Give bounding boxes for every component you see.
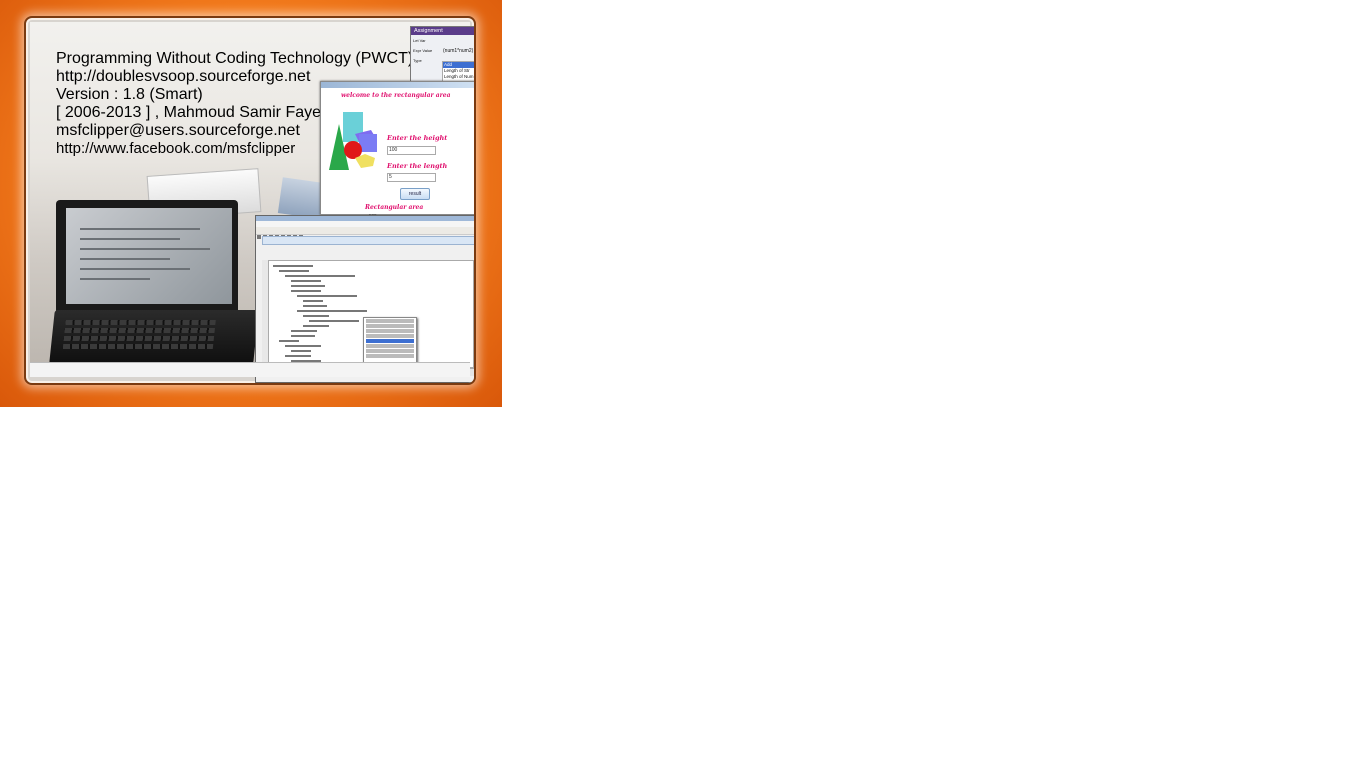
- expr-value-label: Expr Value: [413, 48, 433, 53]
- splash-screen: Programming Without Coding Technology (P…: [0, 0, 502, 407]
- rect-titlebar: [321, 82, 474, 88]
- website-link: http://doublesvsoop.sourceforge.net: [56, 68, 311, 85]
- context-menu: [363, 317, 417, 363]
- let-var-label: Let Var: [413, 38, 426, 43]
- type-list-item: Length of Num: [444, 74, 474, 79]
- length-input[interactable]: 5: [387, 173, 436, 182]
- ide-goal-header: [262, 236, 474, 245]
- goal-tree: [268, 260, 474, 368]
- background-photo: Programming Without Coding Technology (P…: [30, 22, 474, 383]
- email-label: msfclipper@users.sourceforge.net: [56, 122, 300, 139]
- assignment-window: Assignment Let Var Expr Value (num1*num2…: [410, 26, 474, 84]
- ide-toolbar: [256, 227, 474, 239]
- splash-panel: Programming Without Coding Technology (P…: [24, 16, 476, 385]
- length-label: Enter the length: [387, 162, 448, 170]
- height-label: Enter the height: [387, 134, 448, 142]
- laptop-lid: [56, 200, 238, 314]
- panel-footer: [30, 362, 470, 377]
- rect-heading: welcome to the rectangular area: [341, 92, 451, 99]
- result-label: Rectangular area: [365, 204, 424, 211]
- copyright-label: [ 2006-2013 ] , Mahmoud Samir Fayed: [56, 104, 330, 121]
- facebook-link: http://www.facebook.com/msfclipper: [56, 140, 296, 157]
- ide-window: [255, 215, 474, 383]
- expr-value: (num1*num2): [443, 48, 474, 54]
- height-input[interactable]: 100: [387, 146, 436, 155]
- product-title: Programming Without Coding Technology (P…: [56, 50, 414, 67]
- result-button[interactable]: result: [400, 188, 430, 200]
- assignment-title: Assignment: [411, 27, 474, 35]
- ide-tabs: [262, 253, 472, 259]
- laptop-image: [49, 200, 259, 370]
- laptop-keyboard: [49, 310, 259, 364]
- type-list: Add Length of Str Length of Num: [442, 61, 474, 83]
- rectangle-app-window: welcome to the rectangular area Enter th…: [320, 81, 474, 218]
- shapes-illustration: [329, 112, 377, 170]
- type-label: Type: [413, 58, 422, 63]
- laptop-screen: [66, 208, 232, 304]
- version-label: Version : 1.8 (Smart): [56, 86, 203, 103]
